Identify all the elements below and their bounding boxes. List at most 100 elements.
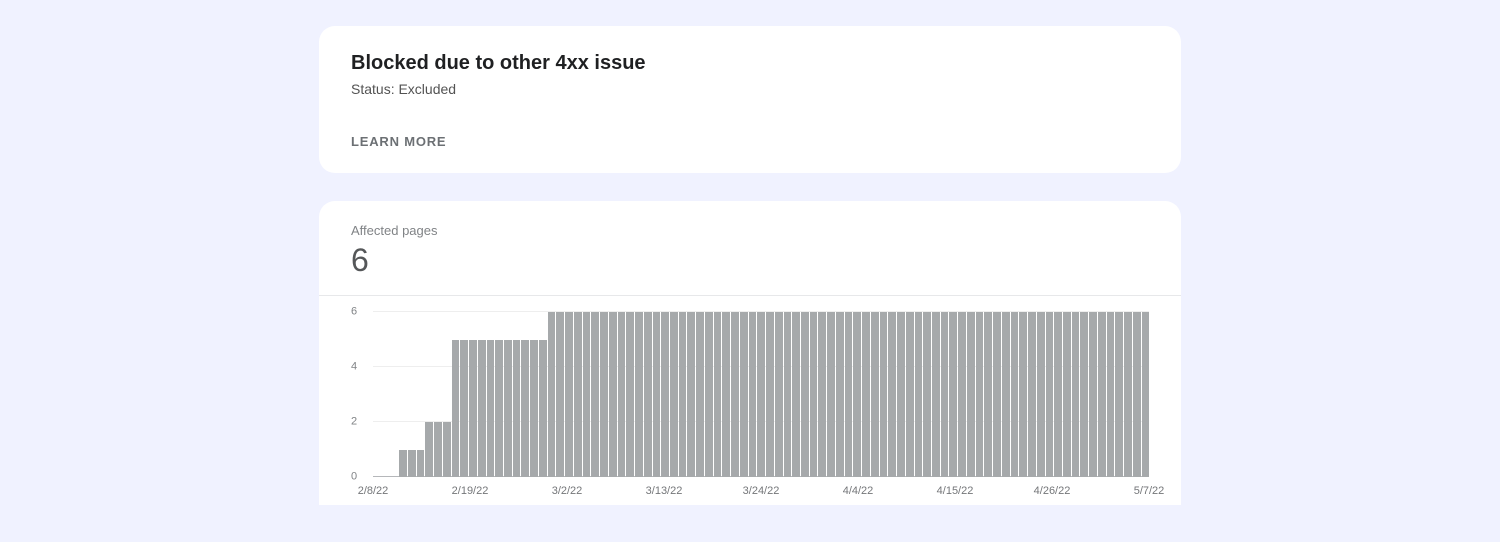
chart-bar	[469, 340, 477, 478]
chart-bar	[1115, 312, 1123, 477]
chart-bar	[915, 312, 923, 477]
chart-bar	[539, 340, 547, 478]
x-tick-label: 2/8/22	[358, 485, 389, 497]
chart-bar	[408, 450, 416, 478]
y-tick-label: 2	[351, 417, 357, 428]
chart-bar	[460, 340, 468, 478]
chart-bar	[417, 450, 425, 478]
chart-bar	[1089, 312, 1097, 477]
chart-bar	[425, 422, 433, 477]
chart-bar	[705, 312, 713, 477]
chart-bar	[635, 312, 643, 477]
learn-more-link[interactable]: LEARN MORE	[351, 134, 446, 149]
x-tick-label: 4/4/22	[843, 485, 874, 497]
chart-bar	[1107, 312, 1115, 477]
chart-bar	[906, 312, 914, 477]
x-tick-label: 3/13/22	[646, 485, 683, 497]
chart-bar	[722, 312, 730, 477]
chart-bar	[495, 340, 503, 478]
chart-bar	[1028, 312, 1036, 477]
chart-card: Affected pages 6 0246 2/8/222/19/223/2/2…	[319, 201, 1181, 505]
chart-bar	[984, 312, 992, 477]
chart-bar	[1063, 312, 1071, 477]
chart-bar	[487, 340, 495, 478]
chart-bar	[949, 312, 957, 477]
chart-bar	[1124, 312, 1132, 477]
x-tick-label: 4/26/22	[1034, 485, 1071, 497]
chart-bar	[932, 312, 940, 477]
chart-bar	[530, 340, 538, 478]
chart-bar	[565, 312, 573, 477]
chart-bar	[399, 450, 407, 478]
chart-bar	[521, 340, 529, 478]
chart-bar	[1080, 312, 1088, 477]
y-axis: 0246	[351, 312, 361, 477]
chart-bar	[827, 312, 835, 477]
chart-bar	[801, 312, 809, 477]
chart-bar	[880, 312, 888, 477]
chart-bar	[661, 312, 669, 477]
chart-bar	[1002, 312, 1010, 477]
chart-bar	[504, 340, 512, 478]
y-tick-label: 4	[351, 362, 357, 373]
x-tick-label: 2/19/22	[452, 485, 489, 497]
chart-bar	[871, 312, 879, 477]
chart-bar	[513, 340, 521, 478]
x-tick-label: 5/7/22	[1134, 485, 1165, 497]
chart-bar	[836, 312, 844, 477]
chart-bar	[818, 312, 826, 477]
chart-bar	[443, 422, 451, 477]
chart-bar	[653, 312, 661, 477]
chart-area: 0246 2/8/222/19/223/2/223/13/223/24/224/…	[319, 296, 1181, 505]
chart-bar	[976, 312, 984, 477]
issue-status: Status: Excluded	[351, 81, 1149, 97]
chart-bar	[1072, 312, 1080, 477]
metric-value: 6	[351, 242, 1149, 279]
chart-bar	[784, 312, 792, 477]
chart-bar	[862, 312, 870, 477]
x-tick-label: 4/15/22	[937, 485, 974, 497]
chart-bar	[792, 312, 800, 477]
y-tick-label: 0	[351, 472, 357, 483]
chart-bar	[993, 312, 1001, 477]
x-axis: 2/8/222/19/223/2/223/13/223/24/224/4/224…	[373, 477, 1149, 505]
chart-plot: 0246	[361, 312, 1149, 477]
chart-bar	[731, 312, 739, 477]
chart-bar	[696, 312, 704, 477]
chart-bar	[1133, 312, 1141, 477]
issue-title: Blocked due to other 4xx issue	[351, 52, 1149, 75]
issue-header-card: Blocked due to other 4xx issue Status: E…	[319, 26, 1181, 173]
chart-bar	[687, 312, 695, 477]
chart-bar	[749, 312, 757, 477]
chart-bar	[600, 312, 608, 477]
chart-bar	[556, 312, 564, 477]
chart-bar	[967, 312, 975, 477]
chart-bar	[810, 312, 818, 477]
bars-container	[373, 312, 1149, 477]
chart-bar	[1142, 312, 1150, 477]
chart-bar	[853, 312, 861, 477]
chart-bar	[478, 340, 486, 478]
chart-header: Affected pages 6	[319, 201, 1181, 296]
chart-bar	[452, 340, 460, 478]
page-container: Blocked due to other 4xx issue Status: E…	[319, 26, 1181, 505]
chart-bar	[1098, 312, 1106, 477]
chart-bar	[670, 312, 678, 477]
chart-bar	[766, 312, 774, 477]
chart-bar	[888, 312, 896, 477]
chart-bar	[626, 312, 634, 477]
chart-bar	[548, 312, 556, 477]
chart-bar	[757, 312, 765, 477]
chart-bar	[1054, 312, 1062, 477]
chart-bar	[1011, 312, 1019, 477]
chart-bar	[574, 312, 582, 477]
chart-bar	[1019, 312, 1027, 477]
metric-label: Affected pages	[351, 223, 1149, 238]
chart-bar	[644, 312, 652, 477]
x-tick-label: 3/2/22	[552, 485, 583, 497]
chart-bar	[740, 312, 748, 477]
chart-bar	[958, 312, 966, 477]
chart-bar	[434, 422, 442, 477]
chart-bar	[618, 312, 626, 477]
chart-bar	[941, 312, 949, 477]
